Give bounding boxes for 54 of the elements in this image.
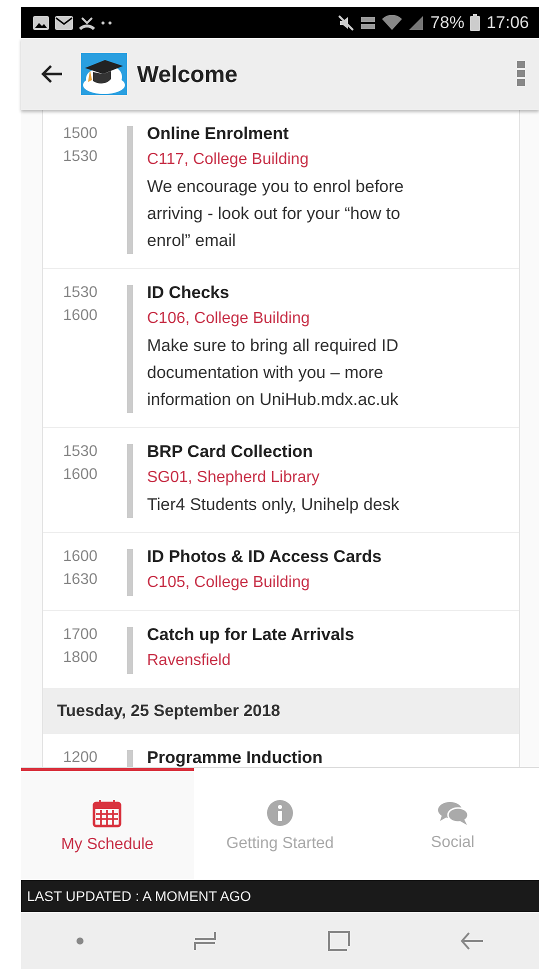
event-row[interactable]: 1600 1630 ID Photos & ID Access Cards C105, College Building [43,533,519,611]
start-time: 1500 [63,124,98,144]
battery-percent: 78% [430,12,464,32]
update-banner: LAST UPDATED : A MOMENT AGO [21,880,539,912]
event-title: Programme Induction [147,747,324,767]
home-icon[interactable] [326,928,351,952]
event-description: Tier4 Students only, Unihelp desk [147,494,400,516]
more-menu-icon[interactable] [517,61,525,87]
start-time: 1200 [63,748,98,767]
missed-call-icon [79,16,95,30]
calendar-icon [92,798,122,828]
chat-icon [436,800,469,826]
end-time: 1530 [63,147,98,167]
event-title: Catch up for Late Arrivals [147,624,356,646]
event-location: C105, College Building [147,573,311,593]
dot-icon[interactable] [76,936,84,944]
image-icon [33,16,49,30]
event-location: SG01, Shepherd Library [147,468,321,488]
event-title: BRP Card Collection [147,441,314,463]
end-time: 1600 [63,306,98,326]
event-title: Online Enrolment [147,123,290,145]
event-title: ID Photos & ID Access Cards [147,546,383,568]
more-dots-icon [101,20,113,24]
event-description: We encourage you to enrol before arriving - look out for your “how to enrol” email [147,176,405,252]
screen-title: Welcome [137,60,239,88]
end-time: 1800 [63,648,98,668]
day-header: Tuesday, 25 September 2018 [43,689,519,734]
event-row[interactable]: 1530 1600 BRP Card Collection SG01, Shepherd Library Tier4 Students only, Unihelp desk [43,428,519,533]
back-icon[interactable] [41,65,63,83]
end-time: 1600 [63,465,98,485]
graduation-cap-logo [81,53,127,95]
event-title: ID Checks [147,282,230,304]
event-bar [127,627,133,674]
tab[interactable]: My Schedule [21,768,194,880]
battery-icon [470,14,480,31]
event-location: Ravensfield [147,651,232,671]
end-time: 1630 [63,570,98,590]
event-bar [127,549,133,596]
start-time: 1700 [63,625,98,645]
start-time: 1600 [63,547,98,567]
info-icon [266,798,294,826]
start-time: 1530 [63,283,98,303]
event-bar [127,750,133,767]
event-row[interactable]: 1500 1530 Online Enrolment C117, College Building We encourage you to enrol before arriving - look out for your “how to enrol” email [43,110,519,269]
start-time: 1530 [63,442,98,462]
mute-icon [338,14,354,30]
signal-icon [408,14,424,30]
event-row[interactable]: 1530 1600 ID Checks C106, College Building Make sure to bring all required ID documentation with you – more information on UniHub.mdx.ac.uk [43,269,519,428]
wifi-icon [382,14,402,30]
event-location: C106, College Building [147,309,311,329]
event-location: C117, College Building [147,150,310,170]
event-description: Make sure to bring all required ID documentation with you – more information on UniHub.mdx.ac.uk [147,335,400,411]
mail-icon [55,16,73,30]
clock: 17:06 [486,12,529,32]
